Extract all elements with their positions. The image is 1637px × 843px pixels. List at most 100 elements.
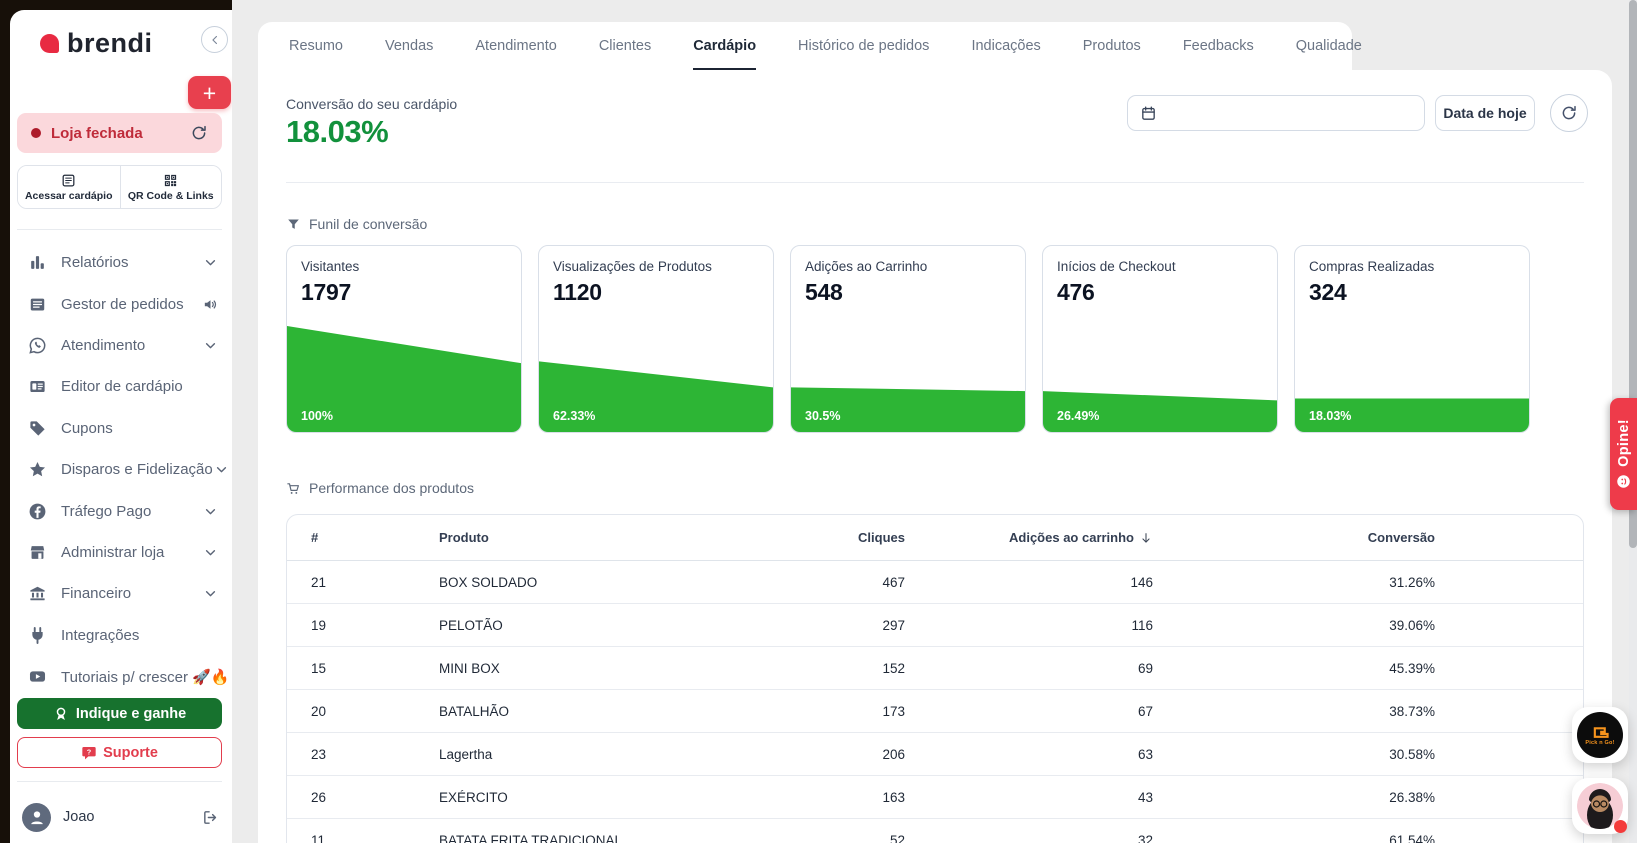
column-header-product[interactable]: Produto: [421, 530, 701, 545]
add-button[interactable]: +: [188, 76, 231, 109]
cell-rank: 15: [311, 660, 327, 676]
tab-atendimento[interactable]: Atendimento: [454, 22, 577, 70]
youtube-icon: [28, 667, 47, 686]
sidebar-divider: [17, 781, 222, 782]
column-header-cart-adds[interactable]: Adições ao carrinho: [913, 530, 1161, 545]
cell-product: BOX SOLDADO: [439, 574, 538, 590]
funnel-step-value: 1797: [301, 279, 351, 305]
table-row[interactable]: 23 Lagertha 206 63 30.58%: [287, 733, 1583, 776]
user-row[interactable]: Joao: [10, 791, 232, 843]
opine-tab-content: Opine!: [1610, 398, 1637, 510]
funnel-step-label: Compras Realizadas: [1309, 259, 1435, 274]
sidebar-item-cupons[interactable]: Cupons: [10, 408, 232, 449]
cell-clicks: 152: [882, 660, 905, 676]
table-row[interactable]: 11 BATATA FRITA TRADICIONAL 52 32 61.54%: [287, 819, 1583, 843]
sidebar-item-administrar-loja[interactable]: Administrar loja: [10, 532, 232, 573]
products-section-title: Performance dos produtos: [286, 480, 474, 496]
funnel-step-percentage: 100%: [301, 409, 333, 423]
pickngo-logo: Pick n Go!: [1577, 712, 1623, 758]
access-menu-button[interactable]: Acessar cardápio: [18, 166, 120, 208]
cell-cart-adds: 146: [1130, 574, 1153, 590]
funnel-step-card[interactable]: Visualizações de Produtos 1120 62.33%: [538, 245, 774, 433]
cell-product: MINI BOX: [439, 660, 500, 676]
pickngo-chat-widget[interactable]: Pick n Go!: [1572, 707, 1628, 763]
refresh-icon: [1560, 104, 1578, 122]
store-status-banner[interactable]: Loja fechada: [17, 113, 222, 153]
date-range-picker[interactable]: [1127, 95, 1425, 131]
funnel-step-card[interactable]: Compras Realizadas 324 18.03%: [1294, 245, 1530, 433]
funnel-step-card[interactable]: Adições ao Carrinho 548 30.5%: [790, 245, 1026, 433]
sidebar-item-financeiro[interactable]: Financeiro: [10, 573, 232, 614]
sidebar-item-label: Tutoriais p/ crescer 🚀🔥: [61, 668, 230, 686]
feedback-opine-tab[interactable]: Opine!: [1610, 398, 1637, 510]
sidebar-item-label: Disparos e Fidelização: [61, 461, 213, 479]
funnel-step-card[interactable]: Visitantes 1797 100%: [286, 245, 522, 433]
cell-clicks: 173: [882, 703, 905, 719]
sidebar-item-trfego-pago[interactable]: Tráfego Pago: [10, 490, 232, 531]
table-row[interactable]: 20 BATALHÃO 173 67 38.73%: [287, 690, 1583, 733]
cell-cart-adds: 116: [1131, 617, 1153, 633]
date-range-input[interactable]: [1165, 105, 1412, 121]
table-row[interactable]: 19 PELOTÃO 297 116 39.06%: [287, 604, 1583, 647]
cart-icon: [286, 481, 301, 496]
tab-vendas[interactable]: Vendas: [364, 22, 454, 70]
opine-label: Opine!: [1615, 419, 1632, 467]
column-header-conversion[interactable]: Conversão: [1161, 530, 1443, 545]
tab-cardapio[interactable]: Cardápio: [672, 22, 777, 70]
collapse-sidebar-button[interactable]: [201, 26, 228, 53]
refresh-data-button[interactable]: [1550, 94, 1588, 132]
support-button[interactable]: ? Suporte: [17, 737, 222, 768]
tab-resumo[interactable]: Resumo: [268, 22, 364, 70]
conversion-value: 18.03%: [286, 114, 389, 149]
tab-clientes[interactable]: Clientes: [578, 22, 672, 70]
sidebar-item-relatrios[interactable]: Relatórios: [10, 242, 232, 283]
whatsapp-icon: [28, 336, 47, 355]
sidebar-item-atendimento[interactable]: Atendimento: [10, 325, 232, 366]
chevron-down-icon: [202, 337, 219, 354]
smiley-icon: [1616, 474, 1631, 489]
bar-chart-icon: [28, 253, 47, 272]
sidebar-item-label: Integrações: [61, 626, 140, 644]
cell-conversion: 31.26%: [1389, 574, 1435, 590]
column-header-clicks[interactable]: Cliques: [701, 530, 913, 545]
cell-rank: 23: [311, 746, 327, 762]
funnel-title-label: Funil de conversão: [309, 216, 428, 232]
support-agent-widget[interactable]: [1572, 778, 1628, 834]
table-row[interactable]: 21 BOX SOLDADO 467 146 31.26%: [287, 561, 1583, 604]
chevron-down-icon: [202, 503, 219, 520]
sidebar-item-tutoriais-p-crescer[interactable]: Tutoriais p/ crescer 🚀🔥: [10, 656, 232, 697]
cell-cart-adds: 67: [1137, 703, 1153, 719]
sidebar-item-label: Financeiro: [61, 585, 132, 603]
sidebar-item-editor-de-cardpio[interactable]: Editor de cardápio: [10, 366, 232, 407]
sidebar-item-integraes[interactable]: Integrações: [10, 615, 232, 656]
sidebar-item-label: Tráfego Pago: [61, 502, 152, 520]
chevron-down-icon: [202, 254, 219, 271]
refer-and-earn-button[interactable]: Indique e ganhe: [17, 698, 222, 729]
cell-conversion: 26.38%: [1389, 789, 1435, 805]
table-row[interactable]: 15 MINI BOX 152 69 45.39%: [287, 647, 1583, 690]
tab-feedbacks[interactable]: Feedbacks: [1162, 22, 1275, 70]
table-row[interactable]: 26 EXÉRCITO 163 43 26.38%: [287, 776, 1583, 819]
funnel-step-label: Visitantes: [301, 259, 360, 274]
tab-historico-de-pedidos[interactable]: Histórico de pedidos: [777, 22, 950, 70]
sidebar-item-gestor-de-pedidos[interactable]: Gestor de pedidos: [10, 283, 232, 324]
cardapio-report-panel: Conversão do seu cardápio 18.03% Data de…: [258, 70, 1612, 843]
tab-qualidade[interactable]: Qualidade: [1275, 22, 1383, 70]
logout-icon[interactable]: [202, 809, 219, 826]
chevron-left-icon: [208, 33, 222, 47]
sort-descending-icon[interactable]: [1139, 531, 1153, 545]
today-button[interactable]: Data de hoje: [1435, 95, 1535, 131]
sidebar-item-label: Cupons: [61, 419, 113, 437]
refresh-status-icon[interactable]: [190, 124, 208, 142]
access-menu-label: Acessar cardápio: [24, 189, 113, 202]
tab-indicacoes[interactable]: Indicações: [950, 22, 1061, 70]
funnel-step-card[interactable]: Inícios de Checkout 476 26.49%: [1042, 245, 1278, 433]
tab-produtos[interactable]: Produtos: [1062, 22, 1162, 70]
funnel-step-percentage: 18.03%: [1309, 409, 1352, 423]
cell-clicks: 163: [882, 789, 905, 805]
column-header-rank[interactable]: #: [287, 530, 421, 545]
cell-rank: 20: [311, 703, 327, 719]
qr-code-links-button[interactable]: QR Code & Links: [119, 166, 221, 208]
facebook-icon: [28, 502, 47, 521]
sidebar-item-disparos-e-fidelizao[interactable]: Disparos e Fidelização: [10, 449, 232, 490]
